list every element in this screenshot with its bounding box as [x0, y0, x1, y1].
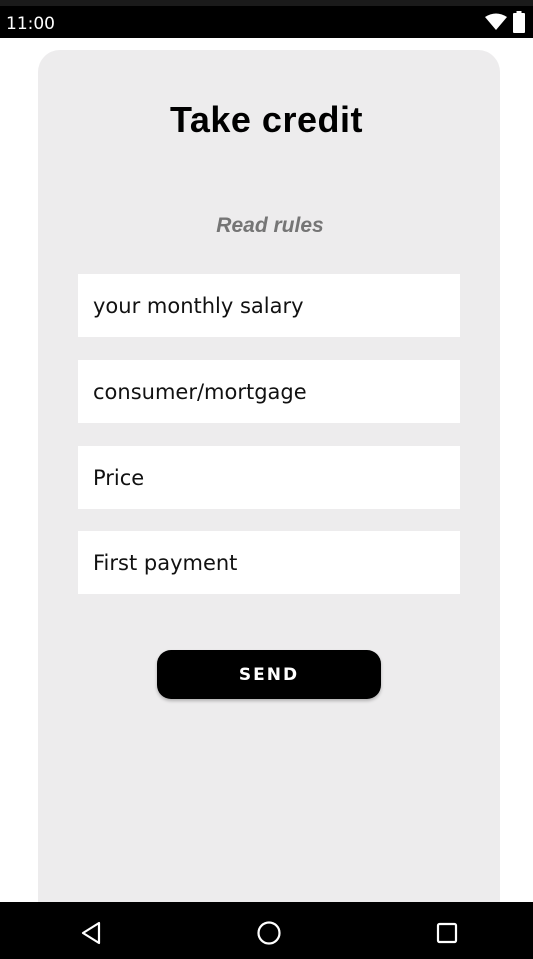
first-payment-field[interactable] [78, 531, 460, 594]
navigation-bar [0, 902, 533, 959]
back-icon[interactable] [78, 920, 104, 946]
status-time: 11:00 [6, 14, 55, 34]
page-title: Take credit [170, 99, 363, 140]
wifi-icon [485, 13, 507, 31]
status-bar-top-strip [0, 0, 533, 6]
first-payment-input[interactable] [91, 549, 460, 576]
read-rules-link[interactable]: Read rules [0, 212, 533, 240]
send-button[interactable]: SEND [157, 650, 381, 699]
home-icon[interactable] [256, 920, 282, 946]
credit-type-field[interactable] [78, 360, 460, 423]
monthly-salary-field[interactable] [78, 274, 460, 337]
price-input[interactable] [91, 464, 460, 491]
price-field[interactable] [78, 446, 460, 509]
monthly-salary-input[interactable] [91, 292, 460, 319]
recents-icon[interactable] [434, 920, 460, 946]
status-bar: 11:00 [0, 0, 533, 38]
status-icons [485, 11, 525, 33]
battery-icon [513, 11, 525, 33]
credit-type-input[interactable] [91, 378, 460, 405]
